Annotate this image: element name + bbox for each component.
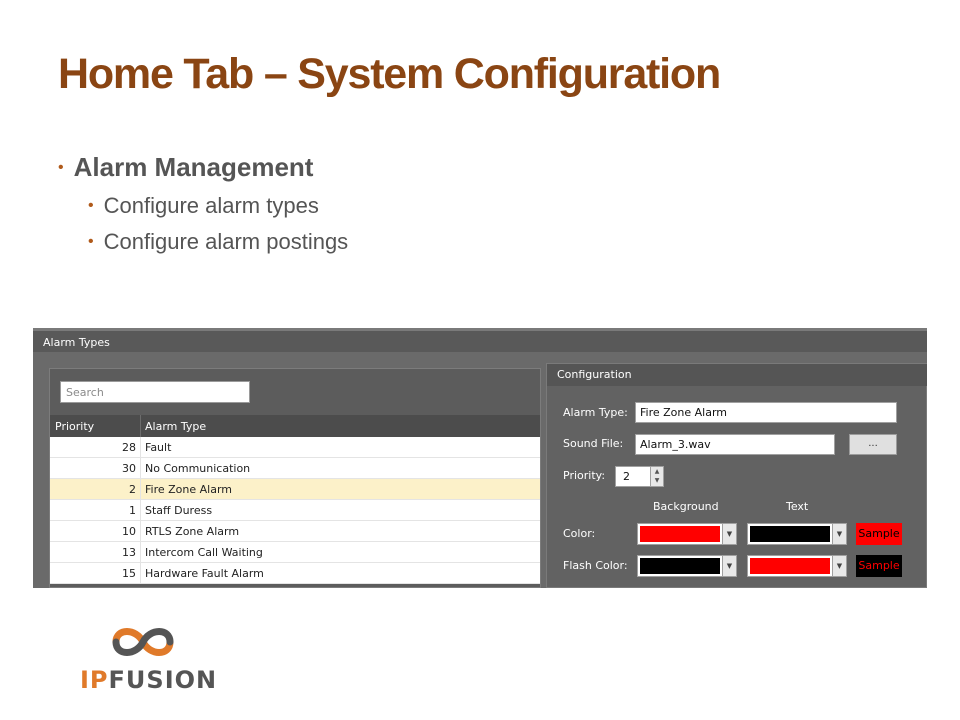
row-priority: 13 <box>122 546 136 559</box>
color-background-picker[interactable]: ▼ <box>637 523 737 545</box>
color-text-picker[interactable]: ▼ <box>747 523 847 545</box>
flash-text-picker[interactable]: ▼ <box>747 555 847 577</box>
search-input[interactable]: Search <box>60 381 250 403</box>
table-row[interactable]: 30 No Communication <box>50 458 540 479</box>
stepper-up-icon[interactable]: ▲ <box>651 467 663 476</box>
color-label: Color: <box>563 527 596 540</box>
row-priority: 15 <box>122 567 136 580</box>
bullet-sub-text: Configure alarm postings <box>103 229 349 254</box>
bullet-dot-icon: • <box>88 233 94 250</box>
bullet-dot-icon: • <box>88 197 94 214</box>
ipfusion-logo-icon <box>112 628 174 656</box>
bullet-main: • Alarm Management <box>58 152 348 183</box>
column-header-alarm-type[interactable]: Alarm Type <box>145 420 206 433</box>
flash-color-label: Flash Color: <box>563 559 628 572</box>
chevron-down-icon[interactable]: ▼ <box>832 556 846 576</box>
table-row[interactable]: 1 Staff Duress <box>50 500 540 521</box>
ipfusion-logo-text: IPFUSION <box>80 666 217 694</box>
row-priority: 10 <box>122 525 136 538</box>
cell-divider <box>140 458 141 479</box>
background-column-header: Background <box>653 500 719 513</box>
bullet-sub: • Configure alarm postings <box>88 229 348 255</box>
bullet-sub-text: Configure alarm types <box>103 193 319 218</box>
configuration-panel: Configuration Alarm Type: Fire Zone Alar… <box>546 363 927 588</box>
table-row[interactable]: 28 Fault <box>50 437 540 458</box>
cell-divider <box>140 500 141 521</box>
alarm-types-window: Alarm Types Search Priority Alarm Type 2… <box>33 328 927 588</box>
cell-divider <box>140 437 141 458</box>
table-row-selected[interactable]: 2 Fire Zone Alarm <box>50 479 540 500</box>
cell-divider <box>140 521 141 542</box>
table-row[interactable]: 13 Intercom Call Waiting <box>50 542 540 563</box>
priority-label: Priority: <box>563 469 606 482</box>
flash-background-swatch <box>640 558 720 574</box>
row-priority: 28 <box>122 441 136 454</box>
bullet-list: • Alarm Management • Configure alarm typ… <box>58 152 348 255</box>
table-row[interactable]: 15 Hardware Fault Alarm <box>50 563 540 584</box>
row-alarm-type: RTLS Zone Alarm <box>145 525 240 538</box>
priority-input[interactable]: 2 <box>615 466 651 487</box>
priority-stepper[interactable]: ▲ ▼ <box>650 466 664 487</box>
grid-header: Priority Alarm Type <box>50 415 540 437</box>
row-alarm-type: Hardware Fault Alarm <box>145 567 264 580</box>
column-header-priority[interactable]: Priority <box>55 420 94 433</box>
browse-button[interactable]: ... <box>849 434 897 455</box>
color-text-swatch <box>750 526 830 542</box>
row-alarm-type: Fault <box>145 441 172 454</box>
flash-color-sample: Sample <box>856 555 902 577</box>
flash-text-swatch <box>750 558 830 574</box>
color-sample: Sample <box>856 523 902 545</box>
flash-background-picker[interactable]: ▼ <box>637 555 737 577</box>
alarm-type-input[interactable]: Fire Zone Alarm <box>635 402 897 423</box>
column-divider <box>140 415 141 437</box>
alarm-list-panel: Search Priority Alarm Type 28 Fault 30 N… <box>49 368 541 588</box>
bullet-dot-icon: • <box>58 158 64 176</box>
color-background-swatch <box>640 526 720 542</box>
cell-divider <box>140 479 141 500</box>
row-alarm-type: No Communication <box>145 462 251 475</box>
alarm-type-label: Alarm Type: <box>563 406 628 419</box>
row-alarm-type: Staff Duress <box>145 504 213 517</box>
row-priority: 2 <box>129 483 136 496</box>
chevron-down-icon[interactable]: ▼ <box>832 524 846 544</box>
sound-file-label: Sound File: <box>563 437 624 450</box>
text-column-header: Text <box>786 500 809 513</box>
configuration-title: Configuration <box>547 364 927 386</box>
stepper-down-icon[interactable]: ▼ <box>651 476 663 485</box>
bullet-main-text: Alarm Management <box>73 152 314 182</box>
row-alarm-type: Fire Zone Alarm <box>145 483 232 496</box>
slide-title: Home Tab – System Configuration <box>58 50 721 98</box>
chevron-down-icon[interactable]: ▼ <box>722 524 736 544</box>
table-row[interactable]: 10 RTLS Zone Alarm <box>50 521 540 542</box>
row-priority: 1 <box>129 504 136 517</box>
row-alarm-type: Intercom Call Waiting <box>145 546 263 559</box>
cell-divider <box>140 542 141 563</box>
sound-file-input[interactable]: Alarm_3.wav <box>635 434 835 455</box>
row-priority: 30 <box>122 462 136 475</box>
window-title: Alarm Types <box>33 328 927 352</box>
chevron-down-icon[interactable]: ▼ <box>722 556 736 576</box>
cell-divider <box>140 563 141 584</box>
alarm-table-body: 28 Fault 30 No Communication 2 Fire Zone… <box>50 437 540 584</box>
logo-text-fusion: FUSION <box>108 666 218 694</box>
logo-text-ip: IP <box>80 666 109 694</box>
bullet-sub: • Configure alarm types <box>88 193 348 219</box>
